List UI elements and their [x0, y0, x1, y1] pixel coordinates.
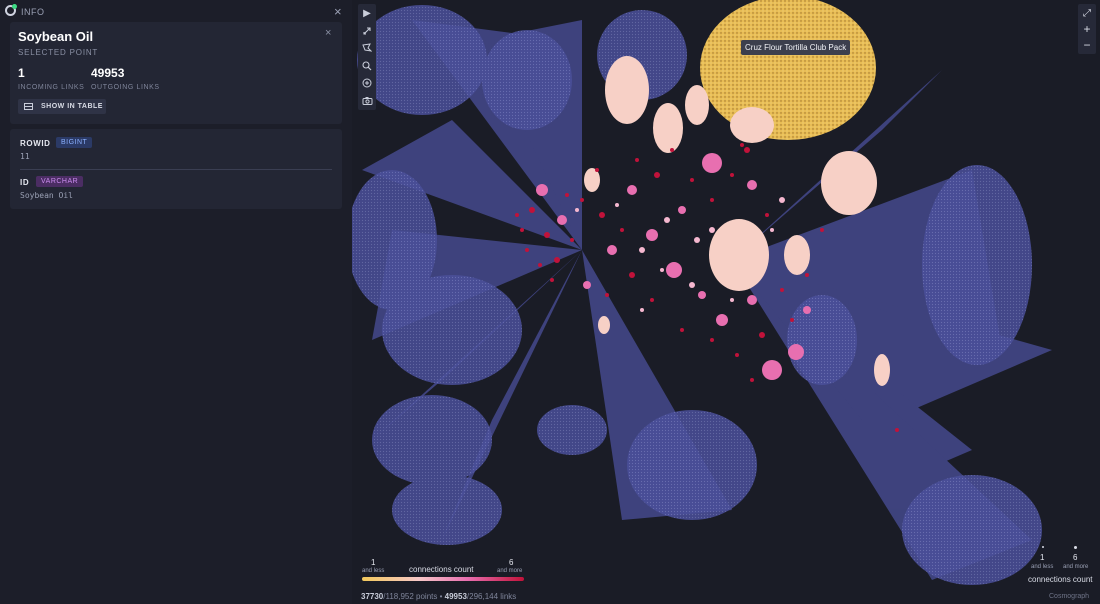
property-value-id: Soybean Oil — [20, 191, 73, 200]
zoom-out-button[interactable]: − — [1078, 37, 1096, 53]
plus-icon: + — [1083, 22, 1091, 36]
info-panel: INFO × Soybean Oil × SELECTED POINT 1 IN… — [0, 0, 352, 604]
fullscreen-button[interactable]: ⤢ — [1078, 5, 1096, 21]
points-total: /118,952 points — [383, 592, 438, 601]
selected-point-label: SELECTED POINT — [18, 48, 99, 57]
add-circle-icon — [362, 78, 372, 87]
panel-title: INFO — [21, 7, 45, 17]
color-gradient-bar — [362, 577, 524, 581]
color-legend: 1 and less connections count 6 and more — [361, 558, 526, 584]
points-shown: 37730 — [361, 592, 384, 601]
outgoing-links-label: OUTGOING LINKS — [91, 84, 160, 91]
graph-canvas[interactable] — [352, 0, 1100, 604]
show-in-table-label: SHOW IN TABLE — [41, 103, 103, 110]
screenshot-button[interactable] — [358, 92, 376, 109]
size-min-dot — [1042, 546, 1044, 548]
legend-max-value: 6 — [509, 558, 514, 567]
size-max-label: and more — [1063, 564, 1089, 570]
graph-visualization — [352, 0, 1052, 585]
property-name-id: ID — [20, 178, 30, 187]
selected-point-name: Soybean Oil — [18, 29, 94, 44]
canvas-toolbar: ▶ — [358, 4, 376, 110]
camera-icon — [362, 96, 372, 105]
legend-min-label: and less — [362, 568, 385, 574]
show-in-table-button[interactable]: SHOW IN TABLE — [18, 99, 106, 114]
selected-point-card: Soybean Oil × SELECTED POINT 1 INCOMING … — [10, 22, 342, 124]
search-icon — [362, 60, 372, 70]
incoming-links-count: 1 — [18, 66, 25, 80]
point-tooltip: Cruz Flour Tortilla Club Pack — [741, 40, 851, 55]
rocket-icon — [363, 26, 371, 35]
highlighted-cluster — [700, 0, 876, 140]
size-min-label: and less — [1031, 564, 1054, 570]
clear-selection-icon[interactable]: × — [325, 27, 331, 39]
links-shown: 49953 — [444, 592, 467, 601]
property-name-rowid: ROWID — [20, 139, 51, 148]
zoom-controls: ⤢ + − — [1078, 4, 1096, 54]
zoom-in-button[interactable]: + — [1078, 21, 1096, 37]
status-separator: • — [439, 592, 443, 601]
legend-max-label: and more — [497, 568, 523, 574]
table-icon — [24, 103, 33, 110]
size-min-value: 1 — [1040, 553, 1045, 562]
size-legend-title: connections count — [1028, 575, 1093, 584]
brand-label: Cosmograph — [1049, 593, 1090, 600]
expand-icon: ⤢ — [1083, 7, 1091, 19]
status-dot — [12, 4, 17, 9]
fit-view-button[interactable] — [358, 22, 376, 39]
panel-header: INFO × — [0, 0, 352, 22]
size-max-dot — [1074, 546, 1077, 549]
select-area-button[interactable] — [358, 39, 376, 56]
add-button[interactable] — [358, 74, 376, 91]
search-button[interactable] — [358, 57, 376, 74]
links-total: /296,144 links — [466, 592, 517, 601]
legend-title: connections count — [409, 565, 474, 574]
size-legend: 1 and less 6 and more connections count — [1026, 546, 1096, 586]
divider — [20, 169, 332, 170]
play-button[interactable]: ▶ — [358, 5, 376, 22]
incoming-links-label: INCOMING LINKS — [18, 84, 85, 91]
outgoing-links-count: 49953 — [91, 66, 125, 80]
property-type-badge: VARCHAR — [36, 176, 84, 187]
status-bar: 37730/118,952 points • 49953/296,144 lin… — [361, 592, 516, 601]
lasso-icon — [362, 42, 372, 52]
play-icon: ▶ — [363, 8, 371, 19]
legend-min-value: 1 — [371, 558, 376, 567]
property-type-badge: BIGINT — [56, 137, 93, 148]
property-value-rowid: 11 — [20, 152, 30, 161]
close-panel-icon[interactable]: × — [334, 4, 342, 19]
minus-icon: − — [1083, 38, 1091, 52]
point-properties: ROWID BIGINT 11 ID VARCHAR Soybean Oil — [10, 129, 342, 209]
size-max-value: 6 — [1073, 553, 1078, 562]
